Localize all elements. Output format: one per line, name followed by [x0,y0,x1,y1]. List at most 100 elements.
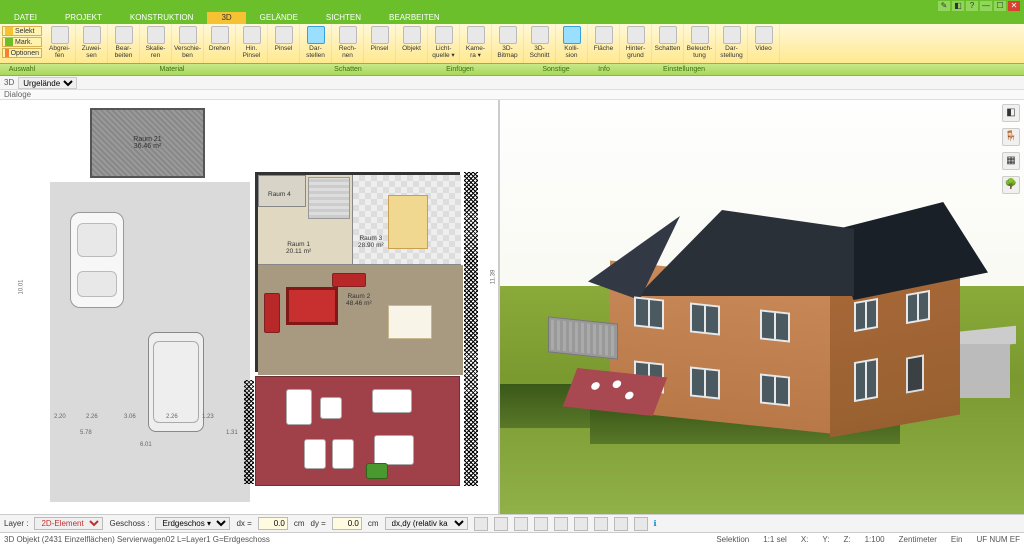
ribbon-btn[interactable]: Objekt [396,24,428,63]
sys-btn[interactable]: ? [966,1,978,11]
patio-chair [304,439,326,469]
geschoss-select[interactable]: Erdgeschos ▾ [155,517,230,530]
ribbon-group-label: Auswahl [0,64,44,75]
3d-view[interactable]: ◧ 🪑 ▦ 🌳 [500,100,1024,514]
dim: 6.01 [140,442,152,448]
side-toolbar: ◧ 🪑 ▦ 🌳 [1002,104,1022,194]
side-tool[interactable]: ▦ [1002,152,1020,170]
view-select[interactable]: Urgelände [18,77,77,89]
ribbon-btn[interactable]: Kame-ra ▾ [460,24,492,63]
side-tool[interactable]: 🪑 [1002,128,1020,146]
tool-btn[interactable] [474,517,488,531]
ribbon-btn[interactable]: Beleuch-tung [684,24,716,63]
house-outline: Raum 4 Raum 120.11 m² Raum 328.90 m² Rau… [255,172,460,372]
patio-lounger [374,435,414,465]
dim: 1.31 [226,430,238,436]
side-tool[interactable]: ◧ [1002,104,1020,122]
bottom-toolbar: Layer : 2D-Element Geschoss : Erdgeschos… [0,514,1024,532]
ribbon-btn[interactable]: Hinter-grund [620,24,652,63]
dx-input[interactable] [258,517,288,530]
sys-btn[interactable]: ✎ [938,1,950,11]
menu-tab-konstruktion[interactable]: KONSTRUKTION [116,12,208,24]
mode-label: 3D [4,78,14,87]
ribbon-btn[interactable]: 3D-Bitmap [492,24,524,63]
ribbon-btn[interactable]: Schatten [652,24,684,63]
dim: 2.26 [166,414,178,420]
menu-tab-datei[interactable]: DATEI [0,12,51,24]
planter [366,463,388,479]
stairs [308,177,350,219]
living-table [388,305,432,339]
ribbon-btn[interactable]: Zuwei-sen [76,24,108,63]
ribbon-group-label: Info [588,64,620,75]
close-btn[interactable]: ✕ [1008,1,1020,11]
ribbon-btn[interactable]: Licht-quelle ▾ [428,24,460,63]
ribbon-btn[interactable]: Hin.Pinsel [236,24,268,63]
menu-tab-projekt[interactable]: PROJEKT [51,12,116,24]
dim: 2.20 [54,414,66,420]
tool-btn[interactable] [554,517,568,531]
rug [286,287,338,325]
qat-select[interactable]: Selekt [2,26,42,36]
house-3d [610,180,950,440]
ribbon-btn[interactable]: Drehen [204,24,236,63]
dim: 10.01 [19,279,25,294]
sofa [264,293,280,333]
dialoge-panel-header[interactable]: Dialoge [0,90,1024,100]
status-bar: 3D Objekt (2431 Einzelflächen) Servierwa… [0,532,1024,546]
ribbon-btn[interactable]: Dar-stellung [716,24,748,63]
dim: 5.78 [80,430,92,436]
ribbon-group-label: Einfügen [396,64,524,75]
ribbon-group-label: Schatten [300,64,396,75]
menu-tab-gelände[interactable]: GELÄNDE [246,12,312,24]
2d-plan-view[interactable]: Raum 2136.46 m² Raum 4 Raum 120.11 m² Ra… [0,100,500,514]
dy-input[interactable] [332,517,362,530]
ribbon-btn[interactable]: Kolli-sion [556,24,588,63]
side-tool[interactable]: 🌳 [1002,176,1020,194]
menu-tab-sichten[interactable]: SICHTEN [312,12,375,24]
dim: 11.39 [490,270,496,285]
tool-btn[interactable] [574,517,588,531]
patio-sofa [286,389,312,425]
ribbon-btn[interactable]: Video [748,24,780,63]
qat-mark[interactable]: Mark. [2,37,42,47]
tool-btn[interactable] [534,517,548,531]
ribbon-btn[interactable]: Skalie-ren [140,24,172,63]
status-object: 3D Objekt (2431 Einzelflächen) Servierwa… [4,535,270,544]
ribbon: Selekt Mark. Optionen Abgrei-fenZuwei-se… [0,24,1024,64]
ribbon-btn[interactable]: Bear-beiten [108,24,140,63]
tool-btn[interactable] [634,517,648,531]
patio-chair [332,439,354,469]
geschoss-label: Geschoss : [109,519,149,528]
balcony [548,316,618,359]
menu-tab-3d[interactable]: 3D [207,12,245,24]
dim: 1.23 [202,414,214,420]
coord-mode[interactable]: dx,dy (relativ ka [385,517,468,530]
tool-btn[interactable] [614,517,628,531]
layer-select[interactable]: 2D-Element [34,517,103,530]
ribbon-btn[interactable]: Pinsel [268,24,300,63]
qat-options[interactable]: Optionen [2,48,42,58]
minimize-btn[interactable]: — [980,1,992,11]
ribbon-btn[interactable]: Pinsel [364,24,396,63]
ribbon-group-label [748,64,780,75]
tool-btn[interactable] [594,517,608,531]
ribbon-btn[interactable]: Verschie-ben [172,24,204,63]
dim: 2.26 [86,414,98,420]
ribbon-btn[interactable]: Fläche [588,24,620,63]
sys-btn[interactable]: ◧ [952,1,964,11]
menu-tab-bearbeiten[interactable]: BEARBEITEN [375,12,454,24]
patio-table [320,397,342,419]
mode-bar: 3D Urgelände [0,76,1024,90]
tool-btn[interactable] [494,517,508,531]
ribbon-btn[interactable]: Dar-stellen [300,24,332,63]
maximize-btn[interactable]: ☐ [994,1,1006,11]
ribbon-btn[interactable]: Rech-nen [332,24,364,63]
ribbon-btn[interactable]: Abgrei-fen [44,24,76,63]
garage-roof: Raum 2136.46 m² [90,108,205,178]
tool-btn[interactable] [514,517,528,531]
quick-access: Selekt Mark. Optionen [0,24,44,63]
hedge [244,380,254,484]
patio [255,376,460,486]
ribbon-btn[interactable]: 3D-Schnitt [524,24,556,63]
